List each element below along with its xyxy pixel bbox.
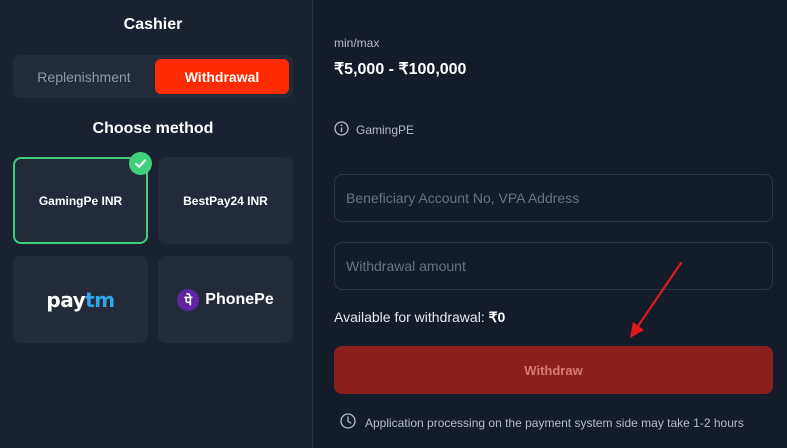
paytm-logo-tm: tm [85, 287, 115, 312]
withdrawal-amount-input[interactable] [334, 242, 773, 290]
paytm-logo-pay: pay [46, 287, 86, 312]
info-icon [334, 121, 349, 139]
cashier-panel: Cashier Replenishment Withdrawal Choose … [0, 0, 313, 448]
available-value: ₹0 [488, 309, 506, 325]
phonepe-logo-icon: पे [177, 288, 200, 311]
provider-info: GamingPE [334, 121, 414, 139]
available-label: Available for withdrawal: [334, 309, 489, 325]
clock-icon [340, 413, 356, 432]
method-label: BestPay24 INR [183, 193, 268, 208]
cashier-tabs: Replenishment Withdrawal [13, 55, 293, 98]
paytm-logo: paytm [46, 287, 115, 312]
processing-note: Application processing on the payment sy… [340, 413, 744, 432]
annotation-arrow-icon [630, 261, 683, 338]
method-paytm[interactable]: paytm [13, 256, 148, 343]
method-gamingpe-inr[interactable]: GamingPe INR [13, 152, 152, 244]
tab-withdrawal[interactable]: Withdrawal [155, 59, 289, 94]
tab-replenishment[interactable]: Replenishment [17, 59, 151, 94]
method-phonepe[interactable]: पे PhonePe [158, 256, 293, 343]
method-label: PhonePe [205, 290, 274, 308]
choose-method-title: Choose method [92, 120, 214, 137]
beneficiary-account-input[interactable] [334, 174, 773, 222]
processing-note-text: Application processing on the payment sy… [365, 415, 744, 430]
withdraw-form: min/max ₹5,000 - ₹100,000 GamingPE Avail… [334, 0, 774, 448]
minmax-value: ₹5,000 - ₹100,000 [334, 61, 467, 78]
cashier-title: Cashier [123, 16, 183, 33]
provider-name: GamingPE [356, 123, 415, 137]
method-bestpay24-inr[interactable]: BestPay24 INR [158, 157, 293, 244]
withdraw-button[interactable]: Withdraw [334, 346, 773, 394]
check-icon [129, 152, 152, 175]
minmax-label: min/max [334, 36, 380, 50]
available-balance: Available for withdrawal: ₹0 [334, 309, 505, 326]
method-label: GamingPe INR [38, 193, 123, 208]
